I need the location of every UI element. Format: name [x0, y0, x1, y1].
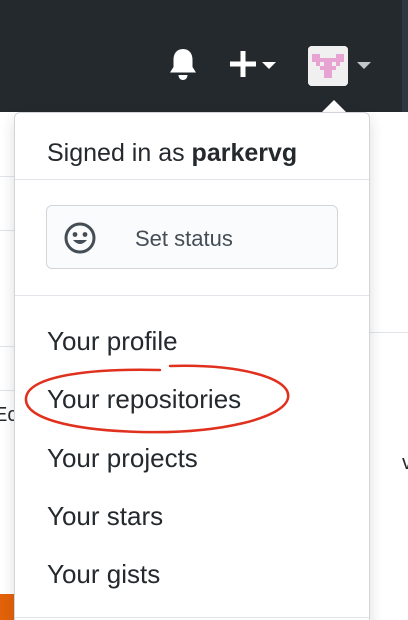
user-dropdown-menu: Signed in as parkervg Set status Your pr…	[14, 112, 370, 620]
notifications-button[interactable]	[164, 44, 202, 84]
set-status-button[interactable]: Set status	[46, 205, 338, 269]
signed-in-header: Signed in as parkervg	[47, 139, 297, 168]
menu-divider	[15, 295, 369, 296]
identicon-avatar	[308, 46, 348, 86]
bg-orange-bar	[0, 594, 14, 620]
user-menu-button[interactable]	[306, 40, 378, 88]
avatar	[308, 46, 348, 86]
bg-divider	[0, 176, 14, 177]
menu-item-your-repositories[interactable]: Your repositories	[47, 383, 241, 415]
bell-icon	[170, 49, 196, 80]
set-status-label: Set status	[135, 226, 233, 251]
chevron-down-icon	[357, 62, 371, 69]
header-edge	[402, 0, 408, 112]
menu-item-your-stars[interactable]: Your stars	[47, 500, 163, 532]
plus-icon	[230, 51, 256, 77]
bg-divider	[0, 390, 14, 391]
signed-in-label: Signed in as	[47, 139, 192, 167]
create-new-button[interactable]	[224, 44, 282, 84]
bg-text-fragment: Ec	[0, 404, 14, 426]
smiley-icon	[64, 222, 96, 254]
bg-divider	[0, 346, 14, 347]
bg-divider	[0, 230, 14, 231]
chevron-down-icon	[262, 62, 276, 69]
menu-item-your-gists[interactable]: Your gists	[47, 558, 160, 590]
menu-divider	[15, 179, 369, 180]
menu-item-your-projects[interactable]: Your projects	[47, 442, 198, 474]
bg-text-fragment: v	[402, 452, 408, 474]
menu-item-your-profile[interactable]: Your profile	[47, 325, 178, 357]
username: parkervg	[191, 139, 298, 167]
menu-divider	[15, 617, 369, 618]
page: Ec v Signed in as parkervg Set status Yo…	[0, 0, 408, 620]
bg-divider	[370, 332, 408, 333]
dropdown-pointer	[322, 100, 346, 112]
